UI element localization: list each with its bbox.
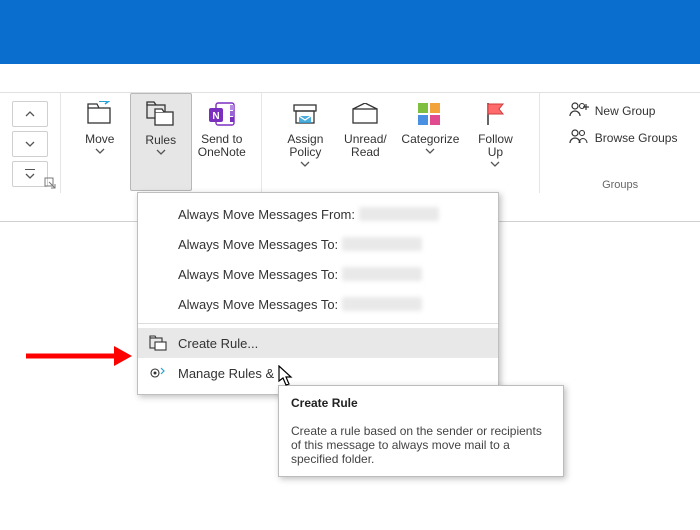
categorize-label: Categorize: [401, 133, 459, 146]
rules-dropdown-menu: Always Move Messages From: Always Move M…: [137, 192, 499, 395]
browse-groups-button[interactable]: Browse Groups: [569, 128, 678, 147]
archive-icon: [292, 97, 318, 131]
dialog-launcher-icon: [44, 177, 56, 189]
ribbon-tab-strip: [0, 64, 700, 92]
menu-item-label: Always Move Messages To:: [178, 267, 338, 282]
categorize-icon: [416, 97, 444, 131]
title-bar: [0, 0, 700, 64]
onenote-label: Send to OneNote: [198, 133, 246, 159]
follow-up-button[interactable]: Follow Up: [465, 93, 525, 189]
chevron-down-icon: [425, 148, 435, 154]
dropdown-icon: [24, 168, 36, 180]
chevron-down-icon: [156, 149, 166, 155]
manage-rules-icon: [148, 363, 168, 383]
redacted-sender: [359, 207, 439, 221]
tooltip-create-rule: Create Rule Create a rule based on the s…: [278, 385, 564, 477]
menu-item-label: Manage Rules &: [178, 366, 274, 381]
annotation-arrow: [24, 342, 134, 370]
chevron-down-icon: [300, 161, 310, 167]
menu-item-label: Always Move Messages To:: [178, 237, 338, 252]
chevron-down-icon: [25, 141, 35, 147]
unread-read-button[interactable]: Unread/ Read: [335, 93, 395, 189]
groups-group-label: Groups: [540, 179, 700, 191]
menu-item-manage-rules[interactable]: Manage Rules &: [138, 358, 498, 388]
assign-policy-button[interactable]: Assign Policy: [275, 93, 335, 189]
move-button[interactable]: Move: [70, 93, 130, 189]
rules-button[interactable]: Rules: [130, 93, 192, 191]
menu-item-always-move-to-1[interactable]: Always Move Messages To:: [138, 229, 498, 259]
menu-item-always-move-to-2[interactable]: Always Move Messages To:: [138, 259, 498, 289]
redacted-recipient: [342, 237, 422, 251]
cursor-icon: [278, 365, 296, 390]
unread-read-label: Unread/ Read: [344, 133, 387, 159]
tooltip-title: Create Rule: [291, 396, 358, 410]
new-group-button[interactable]: New Group: [569, 101, 678, 120]
redacted-recipient: [342, 267, 422, 281]
flag-icon: [483, 97, 507, 131]
new-group-label: New Group: [595, 104, 656, 118]
rules-label: Rules: [145, 134, 176, 147]
menu-item-label: Always Move Messages From:: [178, 207, 355, 222]
tooltip-body: Create a rule based on the sender or rec…: [291, 424, 542, 466]
rules-folder-icon: [145, 98, 177, 132]
menu-item-label: Always Move Messages To:: [178, 297, 338, 312]
menu-item-always-move-to-3[interactable]: Always Move Messages To:: [138, 289, 498, 319]
groups-group: New Group Browse Groups Groups: [540, 93, 700, 193]
people-icon: [569, 128, 589, 147]
menu-item-label: Create Rule...: [178, 336, 258, 351]
menu-separator: [138, 323, 498, 324]
move-group: Move Rules: [61, 93, 262, 193]
move-folder-icon: [85, 97, 115, 131]
stepper-more-button[interactable]: [12, 161, 48, 187]
tags-group: Assign Policy Unread/ Read Categorize: [262, 93, 541, 193]
truncated-group: [0, 93, 61, 193]
people-plus-icon: [569, 101, 589, 120]
envelope-icon: [351, 97, 379, 131]
onenote-icon: N: [207, 97, 237, 131]
dialog-launcher-button[interactable]: [44, 177, 56, 189]
chevron-down-icon: [490, 161, 500, 167]
send-to-onenote-button[interactable]: N Send to OneNote: [192, 93, 252, 189]
move-label: Move: [85, 133, 114, 146]
browse-groups-label: Browse Groups: [595, 131, 678, 145]
categorize-button[interactable]: Categorize: [395, 93, 465, 189]
menu-item-create-rule[interactable]: Create Rule...: [138, 328, 498, 358]
create-rule-icon: [148, 333, 168, 353]
assign-policy-label: Assign Policy: [287, 133, 323, 159]
chevron-down-icon: [95, 148, 105, 154]
redacted-recipient: [342, 297, 422, 311]
menu-item-always-move-from[interactable]: Always Move Messages From:: [138, 199, 498, 229]
stepper-up-button[interactable]: [12, 101, 48, 127]
svg-text:N: N: [212, 111, 219, 122]
stepper-down-button[interactable]: [12, 131, 48, 157]
stepper-column: [10, 93, 50, 189]
follow-up-label: Follow Up: [478, 133, 513, 159]
chevron-up-icon: [25, 111, 35, 117]
